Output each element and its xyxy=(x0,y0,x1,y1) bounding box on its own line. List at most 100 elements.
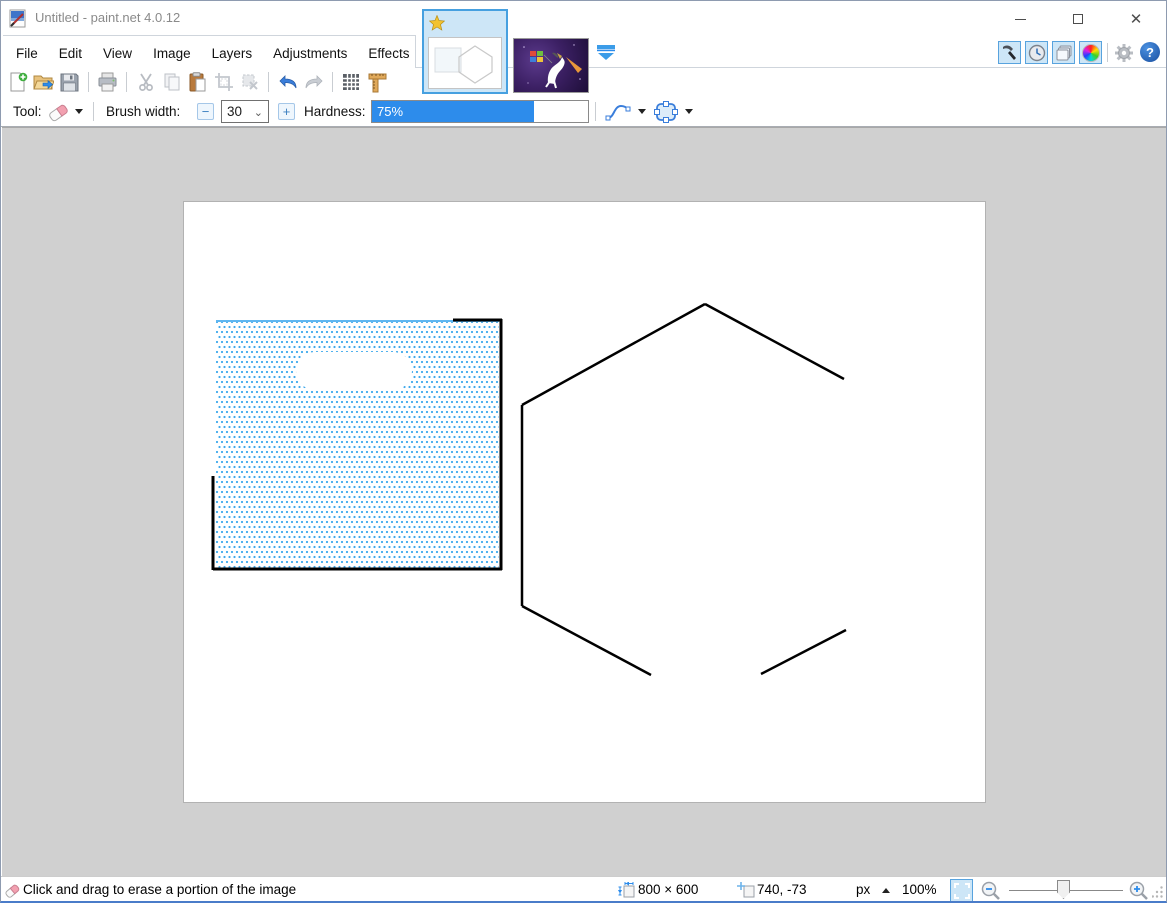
status-bar: Click and drag to erase a portion of the… xyxy=(1,876,1166,902)
menu-bar: File Edit View Image Layers Adjustments … xyxy=(1,39,409,67)
drawn-shapes xyxy=(184,202,985,802)
zoom-slider-thumb[interactable] xyxy=(1057,880,1070,899)
cut-icon xyxy=(136,72,156,92)
copy-button[interactable] xyxy=(160,71,183,94)
selection-clipping-dropdown-arrow[interactable] xyxy=(685,109,693,114)
help-button[interactable]: ? xyxy=(1140,42,1162,64)
open-file-icon xyxy=(33,72,54,92)
toolbar-separator xyxy=(595,102,596,121)
menu-layers[interactable]: Layers xyxy=(212,46,253,61)
brush-width-label: Brush width: xyxy=(106,104,180,119)
menu-effects[interactable]: Effects xyxy=(368,46,409,61)
eraser-tool-button[interactable] xyxy=(47,101,71,122)
zoom-fit-icon xyxy=(954,883,970,899)
main-toolbar xyxy=(6,69,389,95)
zoom-in-button[interactable] xyxy=(1128,880,1150,902)
menu-edit[interactable]: Edit xyxy=(59,46,82,61)
zoom-level-value: 100% xyxy=(902,882,937,897)
deselect-button[interactable] xyxy=(238,71,261,94)
crop-to-selection-button[interactable] xyxy=(212,71,235,94)
copy-icon xyxy=(162,72,182,92)
antialiasing-dropdown-arrow[interactable] xyxy=(638,109,646,114)
redo-icon xyxy=(303,72,325,92)
hardness-label: Hardness: xyxy=(304,104,366,119)
image-size-value: 800 × 600 xyxy=(638,882,698,897)
layers-icon xyxy=(1055,44,1073,62)
image-list-chevron-icon[interactable] xyxy=(596,44,616,61)
rulers-button[interactable] xyxy=(366,71,389,94)
tool-options-bar: Tool: Brush width: − 30 ⌄ + Hardness: 75… xyxy=(1,96,1166,127)
paintnet-app-icon xyxy=(9,9,28,28)
drawing-canvas[interactable] xyxy=(184,202,985,802)
print-icon xyxy=(97,72,118,92)
history-window-toggle[interactable] xyxy=(1025,41,1048,64)
paste-icon xyxy=(188,72,208,93)
image-tab-active[interactable] xyxy=(422,9,508,94)
brush-width-decrease-button[interactable]: − xyxy=(197,103,214,120)
new-button[interactable] xyxy=(6,71,29,94)
menu-adjustments[interactable]: Adjustments xyxy=(273,46,347,61)
save-button[interactable] xyxy=(58,71,81,94)
toolbar-separator xyxy=(1107,43,1108,62)
redo-button[interactable] xyxy=(302,71,325,94)
undo-button[interactable] xyxy=(276,71,299,94)
layers-window-toggle[interactable] xyxy=(1052,41,1075,64)
open-button[interactable] xyxy=(32,71,55,94)
new-file-icon xyxy=(8,72,28,92)
brush-width-combobox[interactable]: 30 ⌄ xyxy=(221,100,269,123)
hardness-slider[interactable]: 75% xyxy=(371,100,589,123)
print-button[interactable] xyxy=(96,71,119,94)
menu-file[interactable]: File xyxy=(16,46,38,61)
cut-button[interactable] xyxy=(134,71,157,94)
maximize-button[interactable] xyxy=(1063,9,1093,29)
help-icon: ? xyxy=(1140,42,1160,62)
toolbar-separator xyxy=(332,72,333,92)
menu-image[interactable]: Image xyxy=(153,46,191,61)
units-selector[interactable]: px xyxy=(856,882,870,897)
brush-width-increase-button[interactable]: + xyxy=(278,103,295,120)
hammer-icon xyxy=(1001,44,1019,62)
status-hint-text: Click and drag to erase a portion of the… xyxy=(23,882,296,897)
unsaved-star-icon xyxy=(429,15,445,31)
image-tab-unicorn[interactable] xyxy=(513,38,589,93)
save-icon xyxy=(60,73,79,92)
paintnet-window: Untitled - paint.net 4.0.12 ✕ File Edit … xyxy=(0,0,1167,903)
zoom-out-button[interactable] xyxy=(980,880,1002,902)
crop-icon xyxy=(214,72,234,92)
brush-width-value: 30 xyxy=(227,104,242,119)
pixel-grid-button[interactable] xyxy=(340,71,363,94)
selection-clipping-button[interactable] xyxy=(653,100,679,124)
tool-label: Tool: xyxy=(13,104,42,119)
deselect-icon xyxy=(240,72,260,92)
menu-view[interactable]: View xyxy=(103,46,132,61)
zoom-to-window-button[interactable] xyxy=(950,879,973,902)
tool-dropdown-arrow[interactable] xyxy=(75,109,83,114)
pixel-grid-icon xyxy=(342,73,361,92)
chevron-down-icon: ⌄ xyxy=(254,106,263,119)
undo-icon xyxy=(277,72,299,92)
unicorn-thumbnail xyxy=(514,39,588,92)
antialiasing-button[interactable] xyxy=(604,101,632,123)
minimize-button[interactable] xyxy=(1005,9,1035,29)
clock-icon xyxy=(1028,44,1046,62)
color-wheel-icon xyxy=(1082,44,1100,62)
toolbar-separator xyxy=(126,72,127,92)
tools-window-toggle[interactable] xyxy=(998,41,1021,64)
gear-icon xyxy=(1114,43,1134,63)
toolbar-separator xyxy=(88,72,89,92)
toolbar-separator xyxy=(268,72,269,92)
menu-panel-border-top xyxy=(3,35,416,36)
cursor-position-value: 740, -73 xyxy=(757,882,807,897)
workspace[interactable] xyxy=(2,127,1166,876)
window-title: Untitled - paint.net 4.0.12 xyxy=(35,10,180,25)
rulers-icon xyxy=(367,72,388,93)
active-image-thumbnail xyxy=(428,37,502,89)
resize-grip[interactable] xyxy=(1152,885,1164,899)
paste-button[interactable] xyxy=(186,71,209,94)
colors-window-toggle[interactable] xyxy=(1079,41,1102,64)
settings-button[interactable] xyxy=(1113,42,1135,64)
close-button[interactable]: ✕ xyxy=(1121,9,1151,29)
units-dropdown-arrow[interactable] xyxy=(882,888,890,893)
image-size-icon xyxy=(618,882,636,898)
cursor-position-icon xyxy=(737,882,755,898)
